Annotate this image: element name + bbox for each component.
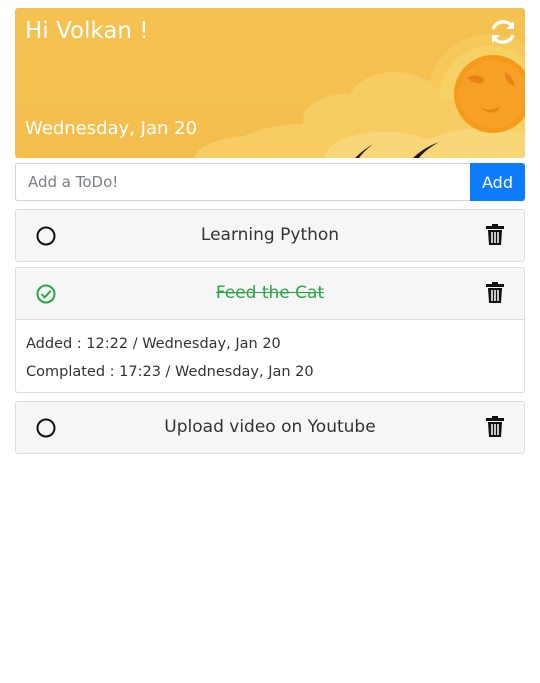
trash-icon[interactable] [486, 416, 504, 438]
date-text: Wednesday, Jan 20 [25, 118, 198, 139]
todo-title: Learning Python [200, 225, 340, 245]
todo-item: Upload video on Youtube [15, 401, 525, 454]
header-banner: Hi Volkan ! Wednesday, Jan 20 [15, 8, 525, 158]
greeting-text: Hi Volkan ! [25, 18, 149, 44]
todo-app: Hi Volkan ! Wednesday, Jan 20 Add Learni… [15, 8, 525, 454]
check-circle-icon[interactable] [36, 284, 56, 304]
todo-title: Upload video on Youtube [164, 417, 376, 437]
add-todo-form: Add [15, 163, 525, 201]
todo-item-header[interactable]: Feed the Cat [16, 268, 524, 320]
todo-details: Added : 12:22 / Wednesday, Jan 20 Compla… [16, 320, 524, 392]
added-timestamp: Added : 12:22 / Wednesday, Jan 20 [26, 336, 281, 352]
trash-icon[interactable] [486, 282, 504, 304]
todo-item: Learning Python [15, 209, 525, 262]
todo-item-header[interactable]: Learning Python [16, 210, 524, 261]
todo-item-header[interactable]: Upload video on Youtube [16, 402, 524, 453]
todo-input[interactable] [15, 163, 471, 201]
refresh-icon[interactable] [489, 18, 517, 46]
circle-icon[interactable] [36, 418, 56, 438]
add-button[interactable]: Add [470, 163, 525, 201]
todo-title: Feed the Cat [215, 283, 325, 303]
todo-item: Feed the Cat Added : 12:22 / Wednesday, … [15, 267, 525, 393]
circle-icon[interactable] [36, 226, 56, 246]
trash-icon[interactable] [486, 224, 504, 246]
completed-timestamp: Complated : 17:23 / Wednesday, Jan 20 [26, 364, 314, 380]
